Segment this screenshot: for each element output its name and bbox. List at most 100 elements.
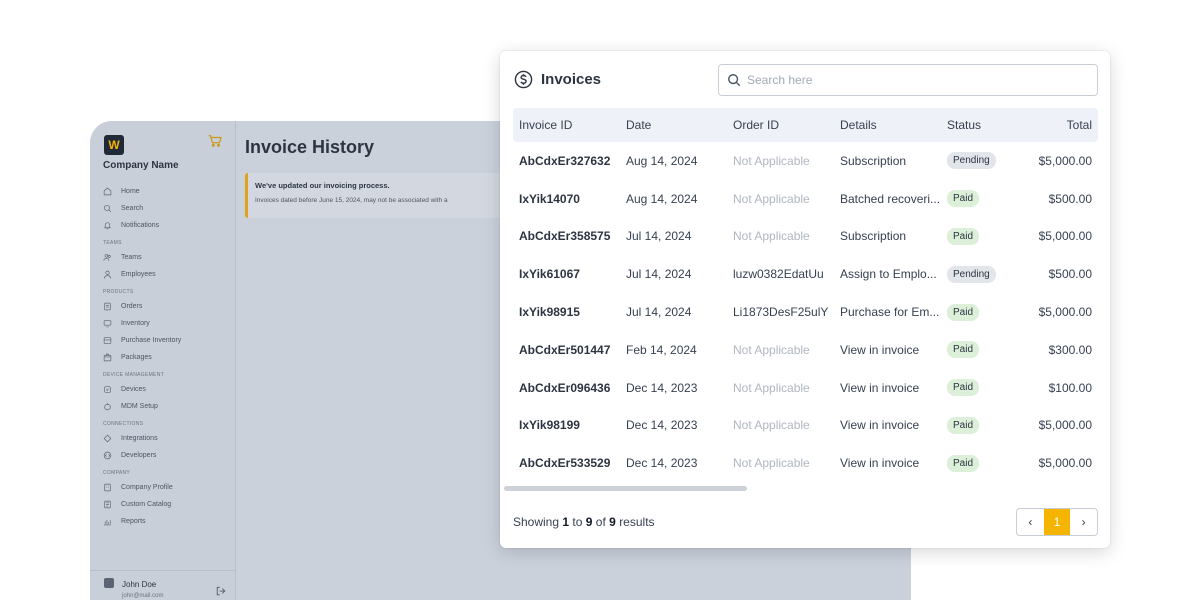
sidebar-item-custom-catalog[interactable]: Custom Catalog [103,496,228,513]
sidebar-item-label: Teams [121,254,142,261]
sidebar-item-label: Search [121,205,144,212]
status-badge: Paid [947,454,980,472]
user-icon [104,270,111,279]
results-summary: Showing 1 to 9 of 9 results [513,515,655,529]
sidebar-item-developers[interactable]: Developers [103,447,228,464]
plug-icon [103,434,112,443]
sidebar-item-label: Reports [121,518,146,525]
results-total: 9 [609,515,616,529]
order-id-cell: Not Applicable [733,418,810,433]
invoice-id-cell[interactable]: AbCdxEr501447 [513,343,620,357]
table-row[interactable]: AbCdxEr533529 Dec 14, 2023 Not Applicable V… [513,444,1098,482]
details-cell: Subscription [840,153,907,168]
sidebar-item-company-profile[interactable]: Company Profile [103,479,228,496]
nav-group-label: PRODUCTS [103,289,134,295]
logout-icon[interactable] [216,586,226,596]
code-icon [103,451,112,460]
date-cell: Dec 14, 2023 [626,418,698,433]
sidebar-item-home[interactable]: Home [103,183,228,200]
sidebar-item-notifications[interactable]: Notifications [103,217,228,234]
company-name: Company Name [103,160,179,171]
table-row[interactable]: AbCdxEr096436 Dec 14, 2023 Not Applicable V… [513,369,1098,407]
details-cell: View in invoice [840,342,920,357]
column-header-invoice-id[interactable]: Invoice ID [513,118,620,132]
sidebar-item-label: Home [121,188,140,195]
status-badge: Paid [947,190,980,208]
table-row[interactable]: IxYik98915 Jul 14, 2024 Li1873DesF25ulY Pur… [513,293,1098,331]
invoice-id-cell[interactable]: AbCdxEr533529 [513,456,620,470]
user-email: john@mail.com [122,593,164,599]
sidebar-item-label: Employees [121,271,156,278]
invoice-id-cell[interactable]: IxYik14070 [513,192,620,206]
of-label: of [595,515,606,529]
invoice-id-cell[interactable]: AbCdxEr096436 [513,381,620,395]
invoice-id-cell[interactable]: AbCdxEr358575 [513,229,620,243]
page-button-current[interactable]: 1 [1043,509,1071,535]
sidebar-item-employees[interactable]: Employees [103,266,228,283]
search-input[interactable] [747,70,1087,90]
search-box[interactable] [718,64,1098,96]
next-page-button[interactable]: › [1070,509,1097,535]
table-row[interactable]: IxYik14070 Aug 14, 2024 Not Applicable Batc… [513,180,1098,218]
nav-group-label: CONNECTIONS [103,421,144,427]
users-icon [103,254,111,261]
table-row[interactable]: IxYik98199 Dec 14, 2023 Not Applicable View… [513,407,1098,445]
status-cell: Paid [941,379,1021,397]
order-id-cell: Not Applicable [733,342,810,357]
table-row[interactable]: IxYik61067 Jul 14, 2024 luzw0382EdatUu Assi… [513,255,1098,293]
invoice-id-cell[interactable]: AbCdxEr327632 [513,154,620,168]
status-badge: Paid [947,303,980,321]
status-badge: Pending [947,265,996,283]
invoice-id-cell[interactable]: IxYik98199 [513,418,620,432]
details-cell: Assign to Emplo... [840,267,937,282]
sidebar-item-teams[interactable]: Teams [103,249,228,266]
date-cell: Aug 14, 2024 [626,153,698,168]
column-header-details[interactable]: Details [834,118,941,132]
order-id-cell: Not Applicable [733,456,810,471]
total-cell: $5,000.00 [1038,456,1092,471]
prev-page-button[interactable]: ‹ [1017,509,1044,535]
invoice-id-cell[interactable]: IxYik61067 [513,267,620,281]
catalog-icon [104,500,111,509]
sidebar-item-search[interactable]: Search [103,200,228,217]
sidebar-item-devices[interactable]: Devices [103,381,228,398]
column-header-total[interactable]: Total [1021,118,1098,132]
nav-group-label: DEVICE MANAGEMENT [103,372,164,378]
table-row[interactable]: AbCdxEr501447 Feb 14, 2024 Not Applicable V… [513,331,1098,369]
results-from: 1 [562,515,570,529]
column-header-date[interactable]: Date [620,118,727,132]
sidebar-item-mdm-setup[interactable]: MDM Setup [103,398,228,415]
dollar-circle-icon [514,70,533,89]
column-header-status[interactable]: Status [941,118,1021,132]
sidebar-item-inventory[interactable]: Inventory [103,315,228,332]
sidebar-item-label: Custom Catalog [121,501,172,508]
sidebar-item-label: Company Profile [121,484,173,491]
sidebar-item-label: Orders [121,303,143,310]
sidebar-item-orders[interactable]: Orders [103,298,228,315]
table-row[interactable]: AbCdxEr327632 Aug 14, 2024 Not Applicable S… [513,142,1098,180]
column-header-order-id[interactable]: Order ID [727,118,834,132]
details-cell: View in invoice [840,456,920,471]
horizontal-scrollbar[interactable] [504,486,747,491]
table-row[interactable]: AbCdxEr358575 Jul 14, 2024 Not Applicable S… [513,218,1098,256]
invoices-modal: Invoices Invoice ID Date Order ID Detail… [500,51,1110,548]
invoice-id-cell[interactable]: IxYik98915 [513,305,620,319]
date-cell: Dec 14, 2023 [626,380,698,395]
pagination: ‹ 1 › [1016,508,1098,536]
total-cell: $5,000.00 [1038,305,1092,320]
sidebar-nav: Home Search Notifications TEAMS Teams Employe… [103,183,228,530]
details-cell: Subscription [840,229,907,244]
invoices-table: Invoice ID Date Order ID Details Status … [513,108,1098,482]
avatar[interactable] [104,578,114,588]
sidebar-item-purchase-inventory[interactable]: Purchase Inventory [103,332,228,349]
status-badge: Pending [947,152,996,170]
cart-icon[interactable] [208,134,222,148]
sidebar-item-reports[interactable]: Reports [103,513,228,530]
bell-icon [103,222,112,230]
sidebar-item-packages[interactable]: Packages [103,349,228,366]
sidebar-item-integrations[interactable]: Integrations [103,430,228,447]
table-body: AbCdxEr327632 Aug 14, 2024 Not Applicable S… [513,142,1098,482]
order-id-cell: Not Applicable [733,153,810,168]
sidebar-item-label: Devices [121,386,146,393]
order-id-cell: Li1873DesF25ulY [733,305,829,320]
